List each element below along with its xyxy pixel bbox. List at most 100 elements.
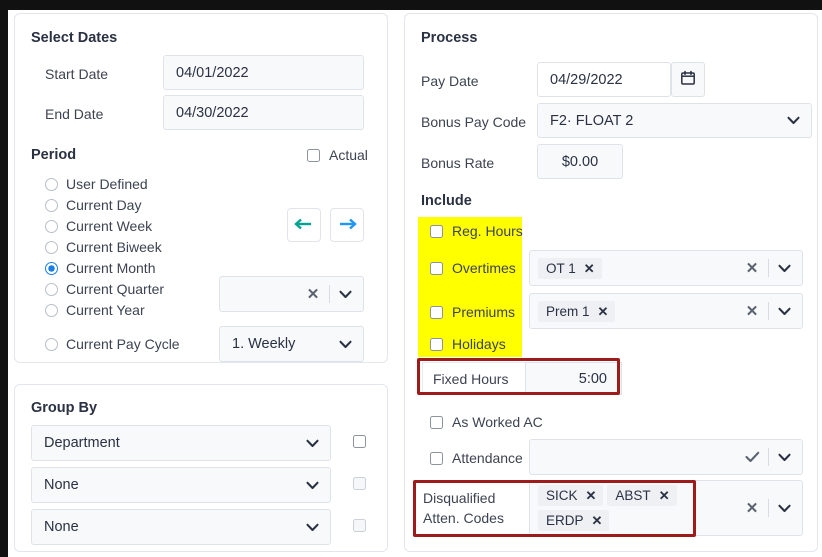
radio-dot-icon[interactable] xyxy=(45,198,58,212)
tag-remove-icon[interactable]: ✕ xyxy=(592,512,603,529)
chevron-down-icon[interactable] xyxy=(776,303,792,319)
as-worked-ac-row[interactable]: As Worked AC xyxy=(430,414,543,430)
tag-remove-icon[interactable]: ✕ xyxy=(586,487,597,504)
group-by-checkbox-3[interactable] xyxy=(353,519,366,532)
group-by-value-2: None xyxy=(44,477,79,493)
attendance-select[interactable] xyxy=(529,439,803,475)
tag-chip[interactable]: ERDP ✕ xyxy=(538,510,610,531)
period-prev-button[interactable] xyxy=(287,208,321,242)
chevron-down-icon[interactable] xyxy=(304,519,320,535)
tag-remove-icon[interactable]: ✕ xyxy=(659,487,670,504)
clear-icon[interactable]: ✕ xyxy=(743,499,761,517)
radio-current-year[interactable]: Current Year xyxy=(45,302,145,318)
overtimes-label: Overtimes xyxy=(452,260,516,276)
chevron-down-icon[interactable] xyxy=(785,113,801,129)
end-date-input[interactable]: 04/30/2022 xyxy=(163,95,364,130)
attendance-checkbox[interactable] xyxy=(430,451,443,465)
chevron-down-icon[interactable] xyxy=(304,477,320,493)
chevron-down-icon[interactable] xyxy=(337,336,353,352)
attendance-row[interactable]: Attendance xyxy=(430,450,523,466)
tag-chip[interactable]: OT 1 ✕ xyxy=(538,257,602,279)
overtimes-checkbox[interactable] xyxy=(430,261,443,275)
bonus-rate-value: $0.00 xyxy=(561,153,599,170)
tag-chip[interactable]: ABST ✕ xyxy=(607,485,677,506)
clear-icon[interactable]: ✕ xyxy=(743,302,761,320)
attendance-label: Attendance xyxy=(452,450,523,466)
tag-chip[interactable]: Prem 1 ✕ xyxy=(538,300,616,322)
group-by-select-2[interactable]: None xyxy=(31,467,331,503)
reg-hours-checkbox[interactable] xyxy=(430,224,443,238)
radio-current-quarter[interactable]: Current Quarter xyxy=(45,281,164,297)
disqualified-label: Disqualified Atten. Codes xyxy=(423,488,504,528)
include-overtimes-row[interactable]: Overtimes xyxy=(430,260,516,276)
radio-current-month[interactable]: Current Month xyxy=(45,260,155,276)
group-by-checkbox-2[interactable] xyxy=(353,477,366,490)
group-by-checkbox-1[interactable] xyxy=(353,435,366,448)
check-icon[interactable] xyxy=(743,448,761,466)
clear-icon[interactable]: ✕ xyxy=(743,259,761,277)
include-reg-hours-row[interactable]: Reg. Hours xyxy=(430,223,523,239)
radio-current-biweek[interactable]: Current Biweek xyxy=(45,239,162,255)
start-date-value: 04/01/2022 xyxy=(176,64,249,81)
chevron-down-icon[interactable] xyxy=(776,500,792,516)
radio-dot-icon[interactable] xyxy=(45,261,58,275)
period-range-select[interactable]: ✕ xyxy=(219,276,364,312)
app-canvas: Select Dates Start Date 04/01/2022 End D… xyxy=(8,10,822,557)
period-next-button[interactable] xyxy=(330,208,364,242)
group-by-checkbox-row-1[interactable] xyxy=(353,435,366,448)
start-date-label: Start Date xyxy=(45,66,109,82)
radio-dot-icon[interactable] xyxy=(45,240,58,254)
tag-label: ABST xyxy=(615,488,651,503)
pay-cycle-select[interactable]: 1. Weekly xyxy=(219,326,364,362)
radio-current-pay-cycle[interactable]: Current Pay Cycle xyxy=(45,336,180,352)
radio-current-day[interactable]: Current Day xyxy=(45,197,141,213)
tag-remove-icon[interactable]: ✕ xyxy=(598,303,609,320)
holidays-checkbox[interactable] xyxy=(430,337,443,351)
tag-chip[interactable]: SICK ✕ xyxy=(538,485,604,506)
radio-label: Current Week xyxy=(66,218,153,234)
radio-dot-icon[interactable] xyxy=(45,219,58,233)
actual-checkbox-row[interactable]: Actual xyxy=(307,147,368,163)
radio-dot-icon[interactable] xyxy=(45,337,58,351)
start-date-input[interactable]: 04/01/2022 xyxy=(163,55,364,90)
holidays-label: Holidays xyxy=(452,336,506,352)
group-by-checkbox-row-3[interactable] xyxy=(353,519,366,532)
group-by-checkbox-row-2[interactable] xyxy=(353,477,366,490)
as-worked-ac-checkbox[interactable] xyxy=(430,415,443,429)
include-premiums-row[interactable]: Premiums xyxy=(430,304,515,320)
radio-label: Current Month xyxy=(66,260,156,276)
pay-date-input[interactable]: 04/29/2022 xyxy=(537,62,671,97)
chevron-down-icon[interactable] xyxy=(776,449,792,465)
divider xyxy=(768,448,769,466)
end-date-label: End Date xyxy=(45,106,104,122)
chevron-down-icon[interactable] xyxy=(304,435,320,451)
radio-dot-icon[interactable] xyxy=(45,177,58,191)
chevron-down-icon[interactable] xyxy=(776,260,792,276)
tag-remove-icon[interactable]: ✕ xyxy=(584,260,595,277)
include-holidays-row[interactable]: Holidays xyxy=(430,336,506,352)
divider xyxy=(329,285,330,303)
group-by-select-3[interactable]: None xyxy=(31,509,331,545)
bonus-pay-code-select[interactable]: F2· FLOAT 2 xyxy=(537,103,812,138)
radio-current-week[interactable]: Current Week xyxy=(45,218,152,234)
actual-checkbox[interactable] xyxy=(307,148,320,162)
group-by-select-1[interactable]: Department xyxy=(31,425,331,461)
chevron-down-icon[interactable] xyxy=(337,286,353,302)
divider xyxy=(768,499,769,517)
premiums-multiselect[interactable]: Prem 1 ✕ ✕ xyxy=(529,293,803,329)
radio-dot-icon[interactable] xyxy=(45,303,58,317)
overtimes-multiselect[interactable]: OT 1 ✕ ✕ xyxy=(529,250,803,286)
disqualified-label-line2: Atten. Codes xyxy=(423,510,504,526)
pay-date-calendar-button[interactable] xyxy=(671,62,705,97)
radio-dot-icon[interactable] xyxy=(45,282,58,296)
disqualified-multiselect[interactable]: SICK ✕ ABST ✕ ERDP ✕ ✕ xyxy=(529,480,803,536)
fixed-hours-field[interactable]: Fixed Hours 5:00 xyxy=(422,362,622,395)
premiums-checkbox[interactable] xyxy=(430,305,443,319)
as-worked-ac-label: As Worked AC xyxy=(452,414,543,430)
fixed-hours-value[interactable]: 5:00 xyxy=(525,362,622,395)
tag-label: OT 1 xyxy=(546,260,576,276)
clear-icon[interactable]: ✕ xyxy=(304,285,322,303)
bonus-rate-input[interactable]: $0.00 xyxy=(537,144,623,179)
radio-user-defined[interactable]: User Defined xyxy=(45,176,148,192)
process-title: Process xyxy=(421,30,478,46)
